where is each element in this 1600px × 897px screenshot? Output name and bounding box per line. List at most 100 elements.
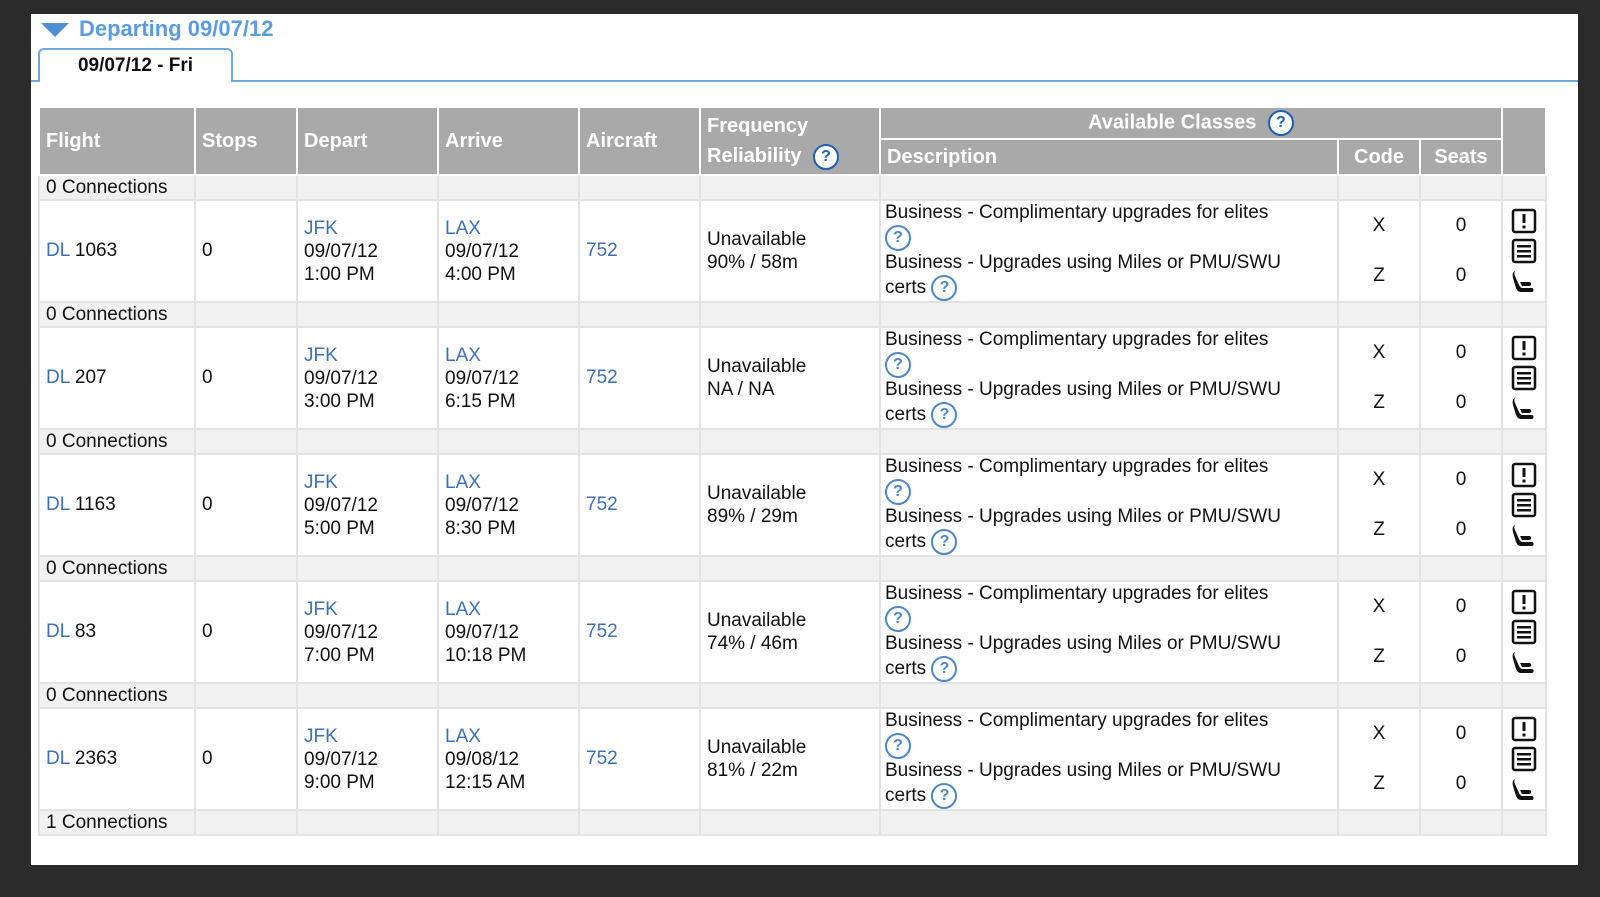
class-help-icon[interactable]: ? [931, 656, 958, 682]
flight-row: DL 1063 0 JFK 09/07/12 1:00 PM LAX 09/07… [38, 199, 1547, 303]
arrive-airport-link[interactable]: LAX [445, 471, 572, 494]
class-help-icon[interactable]: ? [885, 352, 911, 378]
details-icon[interactable] [1511, 492, 1537, 518]
airline-code-link[interactable]: DL [46, 494, 70, 515]
class-description: Business - Upgrades using Miles or PMU/S… [885, 506, 1281, 527]
depart-time: 9:00 PM [304, 771, 375, 793]
frequency-reliability-cell: Unavailable NA / NA [699, 326, 881, 430]
depart-airport-link[interactable]: JFK [304, 217, 431, 240]
class-help-icon[interactable]: ? [885, 606, 911, 632]
frequency-reliability-cell: Unavailable 89% / 29m [699, 453, 881, 557]
airline-code-link[interactable]: DL [46, 367, 70, 388]
arrive-time: 8:30 PM [445, 517, 516, 539]
available-classes-help-icon[interactable]: ? [1267, 110, 1294, 136]
arrive-date: 09/08/12 [445, 748, 519, 770]
depart-time: 5:00 PM [304, 517, 375, 539]
class-help-icon[interactable]: ? [931, 402, 958, 428]
airline-code-link[interactable]: DL [46, 748, 70, 769]
class-description-tail: certs [885, 277, 927, 299]
class-description: Business - Upgrades using Miles or PMU/S… [885, 252, 1281, 273]
header-seats: Seats [1419, 138, 1503, 176]
reliability-value: 89% / 29m [707, 506, 798, 527]
airline-code-link[interactable]: DL [46, 240, 70, 261]
connections-label: 1 Connections [38, 809, 196, 836]
header-arrive: Arrive [437, 106, 580, 176]
class-help-icon[interactable]: ? [885, 733, 911, 759]
depart-time: 7:00 PM [304, 644, 375, 666]
seat-count: 0 [1455, 469, 1467, 490]
connections-label: 0 Connections [38, 555, 196, 582]
frequency-reliability-cell: Unavailable 90% / 58m [699, 199, 881, 303]
flight-row: DL 1163 0 JFK 09/07/12 5:00 PM LAX 09/07… [38, 453, 1547, 557]
seat-count: 0 [1455, 723, 1467, 744]
reliability-value: 90% / 58m [707, 252, 798, 273]
connections-row: 0 Connections [38, 428, 1547, 455]
arrive-airport-link[interactable]: LAX [445, 217, 572, 240]
arrive-date: 09/07/12 [445, 240, 519, 262]
alert-icon[interactable] [1511, 716, 1537, 742]
arrive-cell: LAX 09/07/12 6:15 PM [437, 326, 580, 430]
aircraft-cell: 752 [578, 580, 701, 684]
seat-icon[interactable] [1511, 268, 1537, 294]
class-help-icon[interactable]: ? [931, 275, 958, 301]
arrive-cell: LAX 09/07/12 8:30 PM [437, 453, 580, 557]
aircraft-link[interactable]: 752 [586, 494, 618, 515]
frequency-reliability-cell: Unavailable 81% / 22m [699, 707, 881, 811]
details-icon[interactable] [1511, 238, 1537, 264]
class-description: Business - Upgrades using Miles or PMU/S… [885, 760, 1281, 781]
details-icon[interactable] [1511, 746, 1537, 772]
seat-icon[interactable] [1511, 522, 1537, 548]
aircraft-link[interactable]: 752 [586, 240, 618, 261]
reliability-value: NA / NA [707, 379, 775, 400]
aircraft-link[interactable]: 752 [586, 621, 618, 642]
class-help-icon[interactable]: ? [931, 783, 958, 809]
collapse-triangle-icon[interactable] [41, 23, 69, 37]
depart-airport-link[interactable]: JFK [304, 344, 431, 367]
class-description-cell: Business - Complimentary upgrades for el… [879, 326, 1339, 430]
seat-icon[interactable] [1511, 649, 1537, 675]
frequency-value: Unavailable [707, 229, 807, 250]
connections-label: 0 Connections [38, 682, 196, 709]
class-description-cell: Business - Complimentary upgrades for el… [879, 199, 1339, 303]
alert-icon[interactable] [1511, 335, 1537, 361]
flight-row: DL 2363 0 JFK 09/07/12 9:00 PM LAX 09/08… [38, 707, 1547, 811]
details-icon[interactable] [1511, 365, 1537, 391]
airline-code-link[interactable]: DL [46, 621, 70, 642]
details-icon[interactable] [1511, 619, 1537, 645]
class-description-cont: certs ? [885, 656, 1333, 682]
aircraft-cell: 752 [578, 326, 701, 430]
depart-airport-link[interactable]: JFK [304, 598, 431, 621]
aircraft-link[interactable]: 752 [586, 748, 618, 769]
seats-cell: 0 0 [1419, 326, 1503, 430]
alert-icon[interactable] [1511, 208, 1537, 234]
reliability-help-icon[interactable]: ? [813, 143, 840, 170]
class-help-icon[interactable]: ? [885, 479, 911, 505]
arrive-airport-link[interactable]: LAX [445, 344, 572, 367]
alert-icon[interactable] [1511, 462, 1537, 488]
aircraft-link[interactable]: 752 [586, 367, 618, 388]
tab-date[interactable]: 09/07/12 - Fri [38, 48, 233, 82]
arrive-cell: LAX 09/07/12 10:18 PM [437, 580, 580, 684]
depart-airport-link[interactable]: JFK [304, 725, 431, 748]
class-description: Business - Complimentary upgrades for el… [885, 710, 1269, 731]
class-help-row: ? [885, 733, 1333, 759]
connections-label: 0 Connections [38, 174, 196, 201]
depart-airport-link[interactable]: JFK [304, 471, 431, 494]
frequency-value: Unavailable [707, 737, 807, 758]
arrive-airport-link[interactable]: LAX [445, 598, 572, 621]
class-help-icon[interactable]: ? [931, 529, 958, 555]
class-help-icon[interactable]: ? [885, 225, 911, 251]
connections-row: 0 Connections [38, 555, 1547, 582]
seat-count: 0 [1455, 773, 1467, 794]
alert-icon[interactable] [1511, 589, 1537, 615]
seat-icon[interactable] [1511, 395, 1537, 421]
depart-time: 1:00 PM [304, 263, 375, 285]
aircraft-cell: 752 [578, 707, 701, 811]
seat-icon[interactable] [1511, 776, 1537, 802]
departing-title[interactable]: Departing 09/07/12 [79, 16, 273, 42]
arrive-airport-link[interactable]: LAX [445, 725, 572, 748]
actions-cell [1501, 199, 1547, 303]
flight-number: 83 [74, 621, 97, 642]
actions-cell [1501, 453, 1547, 557]
departing-toggle[interactable]: Departing 09/07/12 [41, 16, 273, 42]
